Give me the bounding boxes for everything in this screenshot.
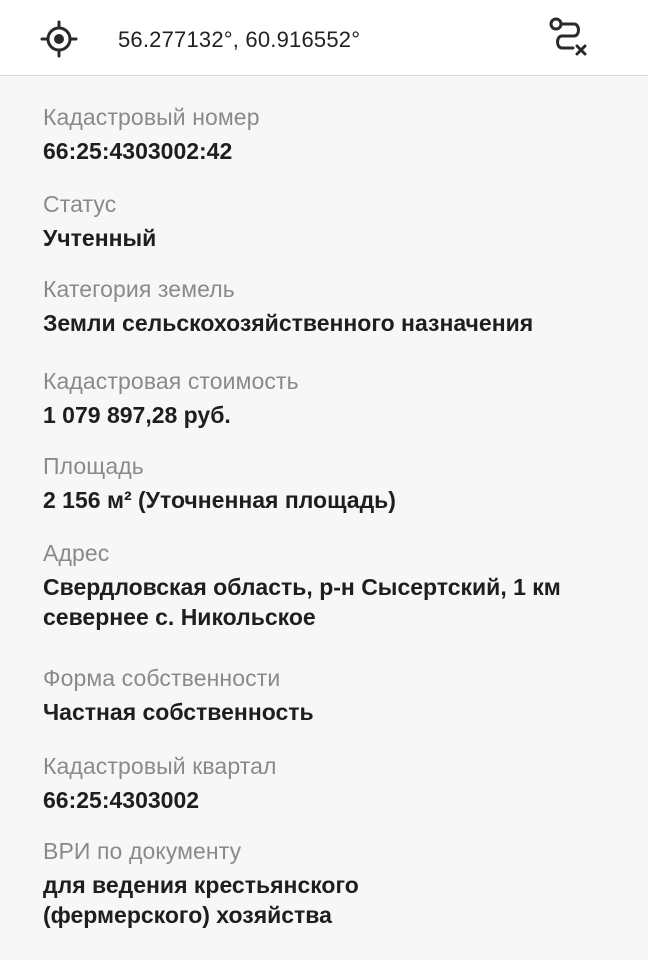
- map-info-header: 56.277132°, 60.916552°: [0, 0, 648, 76]
- field-cadastral-quarter: Кадастровый квартал 66:25:4303002: [43, 751, 603, 815]
- field-value: 66:25:4303002:42: [43, 138, 233, 164]
- field-value: Свердловская область, р-н Сысертский, 1 …: [43, 574, 561, 630]
- field-value: для ведения крестьянского (фермерского) …: [43, 872, 359, 928]
- field-label: Адрес: [43, 540, 110, 566]
- field-label: Кадастровый квартал: [43, 753, 277, 779]
- field-value: Частная собственность: [43, 699, 314, 725]
- field-permitted-use: ВРИ по документу для ведения крестьянско…: [43, 836, 423, 930]
- field-label: Кадастровая стоимость: [43, 368, 299, 394]
- field-cadastral-number: Кадастровый номер 66:25:4303002:42: [43, 102, 603, 166]
- field-value: Земли сельскохозяйственного назначения: [43, 310, 534, 336]
- field-cadastral-cost: Кадастровая стоимость 1 079 897,28 руб.: [43, 366, 603, 430]
- field-label: Форма собственности: [43, 665, 281, 691]
- field-status: Статус Учтенный: [43, 189, 603, 253]
- field-address: Адрес Свердловская область, р-н Сысертск…: [43, 538, 608, 632]
- field-value: 1 079 897,28 руб.: [43, 402, 231, 428]
- route-clear-icon[interactable]: [546, 16, 592, 62]
- field-value: Учтенный: [43, 225, 157, 251]
- field-label: Категория земель: [43, 276, 235, 302]
- field-label: ВРИ по документу: [43, 838, 242, 864]
- field-label: Кадастровый номер: [43, 104, 260, 130]
- crosshair-target-icon[interactable]: [40, 20, 78, 58]
- field-ownership-form: Форма собственности Частная собственност…: [43, 663, 603, 727]
- field-land-category: Категория земель Земли сельскохозяйствен…: [43, 274, 603, 338]
- field-value: 66:25:4303002: [43, 787, 200, 813]
- field-label: Площадь: [43, 453, 144, 479]
- field-area: Площадь 2 156 м² (Уточненная площадь): [43, 451, 603, 515]
- coordinates-text: 56.277132°, 60.916552°: [118, 27, 361, 52]
- parcel-info-panel: Кадастровый номер 66:25:4303002:42 Стату…: [0, 76, 648, 960]
- field-label: Статус: [43, 191, 117, 217]
- field-value: 2 156 м² (Уточненная площадь): [43, 487, 396, 513]
